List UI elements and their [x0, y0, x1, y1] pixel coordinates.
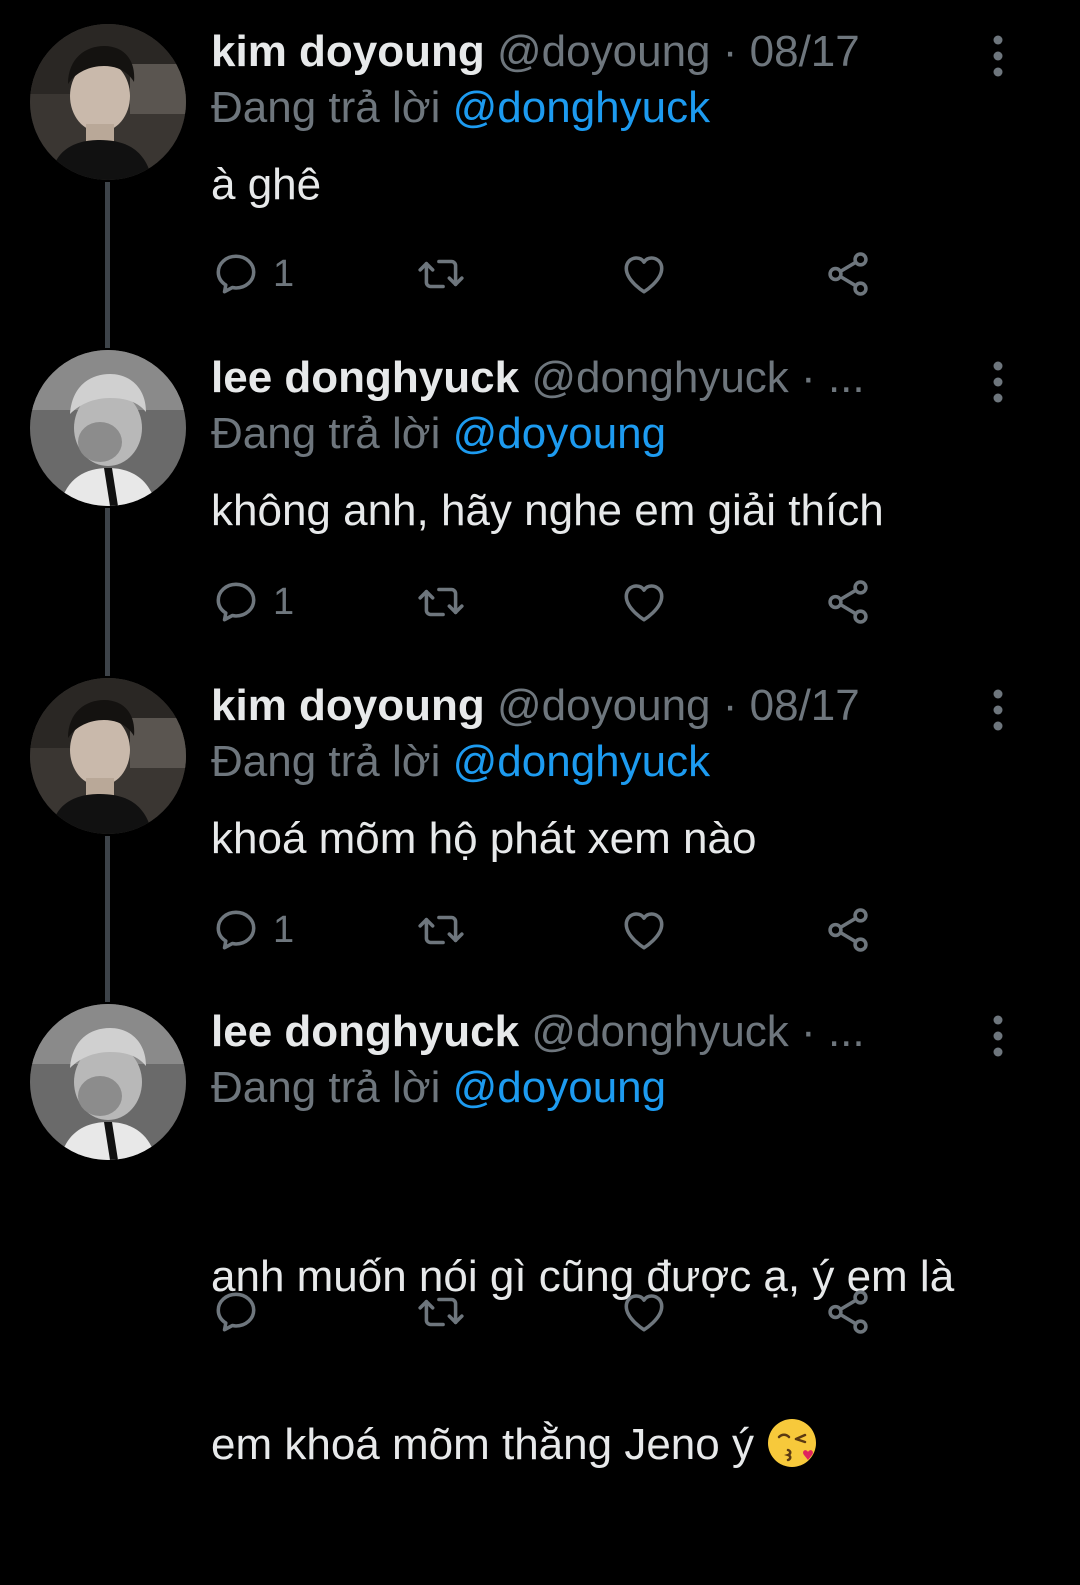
tweet-header: kim doyoung @doyoung · 08/17 — [211, 24, 860, 80]
thread-connector — [105, 836, 110, 1002]
more-options-button[interactable] — [980, 32, 1016, 80]
retweet-icon — [413, 905, 469, 955]
replying-prefix: Đang trả lời — [211, 409, 441, 458]
more-vertical-icon — [980, 686, 1016, 734]
share-button[interactable] — [823, 1284, 873, 1340]
replying-prefix: Đang trả lời — [211, 83, 441, 132]
tweet-actions: 1 — [211, 902, 911, 958]
reply-button[interactable]: 1 — [211, 902, 294, 958]
replying-prefix: Đang trả lời — [211, 737, 441, 786]
like-button[interactable] — [619, 246, 669, 302]
more-options-button[interactable] — [980, 1012, 1016, 1060]
share-icon — [823, 249, 873, 299]
reply-count: 1 — [273, 908, 295, 951]
tweet-text: à ghê — [211, 160, 322, 209]
thread-connector — [105, 182, 110, 348]
tweet-actions — [211, 1284, 911, 1340]
share-button[interactable] — [823, 574, 873, 630]
avatar[interactable] — [30, 678, 186, 834]
retweet-button[interactable] — [413, 574, 469, 630]
heart-icon — [619, 249, 669, 299]
display-name[interactable]: lee donghyuck — [211, 353, 519, 402]
user-handle[interactable]: @doyoung — [497, 27, 711, 76]
avatar-photo — [30, 1004, 186, 1160]
separator-dot: · — [801, 353, 816, 402]
tweet-actions: 1 — [211, 574, 911, 630]
display-name[interactable]: lee donghyuck — [211, 1007, 519, 1056]
user-handle[interactable]: @donghyuck — [531, 1007, 789, 1056]
user-handle[interactable]: @donghyuck — [531, 353, 789, 402]
separator-dot: · — [722, 27, 738, 76]
like-button[interactable] — [619, 574, 669, 630]
share-icon — [823, 905, 873, 955]
separator-dot: · — [722, 681, 738, 730]
like-button[interactable] — [619, 902, 669, 958]
heart-icon — [619, 577, 669, 627]
thread-connector — [105, 508, 110, 676]
replying-to: Đang trả lời @doyoung — [211, 1062, 666, 1114]
tweet-text-segment: em khoá mõm thằng Jeno ý — [211, 1420, 754, 1469]
display-name[interactable]: kim doyoung — [211, 27, 485, 76]
reply-button[interactable]: 1 — [211, 246, 294, 302]
tweet-date[interactable]: ... — [828, 1007, 865, 1056]
more-options-button[interactable] — [980, 686, 1016, 734]
avatar[interactable] — [30, 1004, 186, 1160]
retweet-button[interactable] — [413, 902, 469, 958]
avatar-photo — [30, 678, 186, 834]
heart-icon — [619, 1287, 669, 1337]
tweet-actions: 1 — [211, 246, 911, 302]
avatar[interactable] — [30, 24, 186, 180]
replying-to: Đang trả lời @doyoung — [211, 408, 666, 460]
reply-icon — [211, 577, 261, 627]
tweet-date[interactable]: ... — [828, 353, 865, 402]
user-handle[interactable]: @doyoung — [497, 681, 711, 730]
display-name[interactable]: kim doyoung — [211, 681, 485, 730]
retweet-icon — [413, 577, 469, 627]
reply-icon — [211, 1287, 261, 1337]
share-icon — [823, 577, 873, 627]
replying-prefix: Đang trả lời — [211, 1063, 441, 1112]
reply-mention[interactable]: @doyoung — [453, 1063, 667, 1112]
tweet-text: khoá mõm hộ phát xem nào — [211, 814, 757, 863]
tweet-header: lee donghyuck @donghyuck · ... — [211, 350, 865, 406]
reply-mention[interactable]: @donghyuck — [453, 83, 711, 132]
reply-button[interactable] — [211, 1284, 261, 1340]
separator-dot: · — [801, 1007, 816, 1056]
replying-to: Đang trả lời @donghyuck — [211, 82, 710, 134]
share-button[interactable] — [823, 902, 873, 958]
reply-mention[interactable]: @doyoung — [453, 409, 667, 458]
reply-icon — [211, 249, 261, 299]
like-button[interactable] — [619, 1284, 669, 1340]
more-vertical-icon — [980, 358, 1016, 406]
more-options-button[interactable] — [980, 358, 1016, 406]
reply-count: 1 — [273, 580, 295, 623]
kissing-face-emoji — [766, 1417, 818, 1469]
more-vertical-icon — [980, 32, 1016, 80]
avatar-photo — [30, 350, 186, 506]
tweet-header: lee donghyuck @donghyuck · ... — [211, 1004, 865, 1060]
tweet-date[interactable]: 08/17 — [750, 27, 860, 76]
retweet-icon — [413, 1287, 469, 1337]
tweet-text: không anh, hãy nghe em giải thích — [211, 486, 884, 535]
tweet-text-line: em khoá mõm thằng Jeno ý — [211, 1417, 1031, 1473]
tweet-date[interactable]: 08/17 — [750, 681, 860, 730]
retweet-icon — [413, 249, 469, 299]
reply-icon — [211, 905, 261, 955]
heart-icon — [619, 905, 669, 955]
retweet-button[interactable] — [413, 246, 469, 302]
replying-to: Đang trả lời @donghyuck — [211, 736, 710, 788]
reply-mention[interactable]: @donghyuck — [453, 737, 711, 786]
tweet-header: kim doyoung @doyoung · 08/17 — [211, 678, 860, 734]
more-vertical-icon — [980, 1012, 1016, 1060]
share-icon — [823, 1287, 873, 1337]
share-button[interactable] — [823, 246, 873, 302]
reply-count: 1 — [273, 252, 295, 295]
avatar[interactable] — [30, 350, 186, 506]
reply-button[interactable]: 1 — [211, 574, 294, 630]
retweet-button[interactable] — [413, 1284, 469, 1340]
tweet-text: anh muốn nói gì cũng được ạ, ý em là em … — [211, 1137, 1031, 1585]
avatar-photo — [30, 24, 186, 180]
